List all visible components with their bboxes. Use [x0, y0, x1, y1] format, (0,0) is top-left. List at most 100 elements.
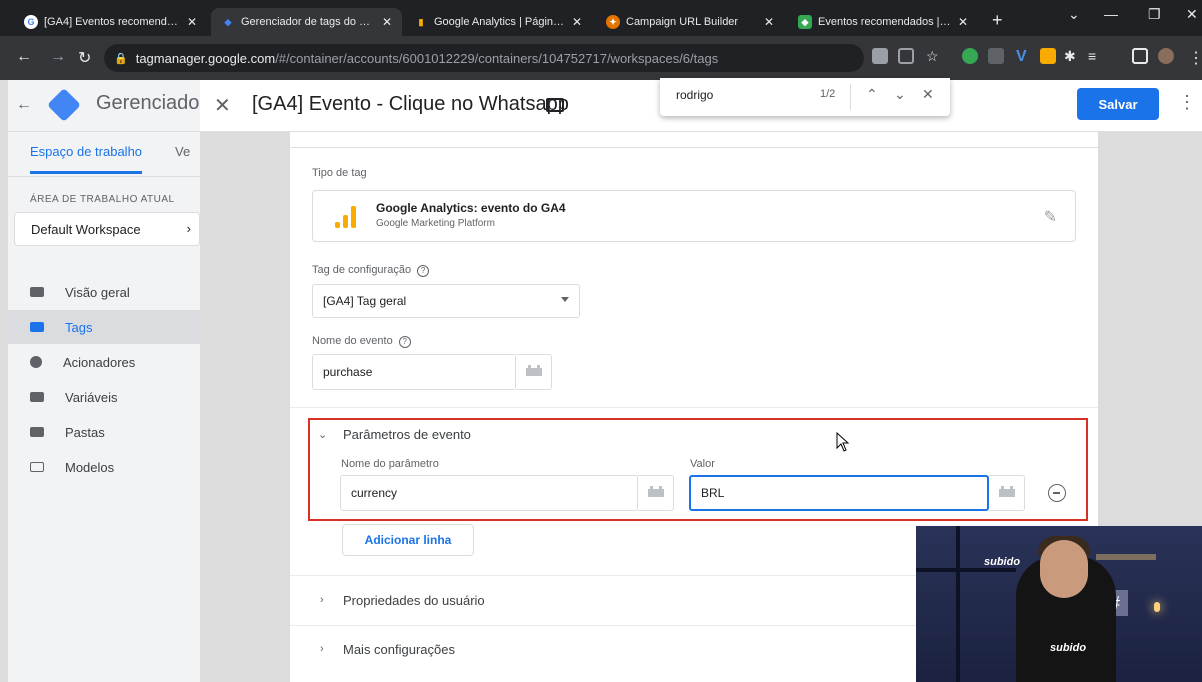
- tab-title: [GA4] Eventos recomendado: [44, 16, 181, 28]
- forward-icon[interactable]: →: [50, 48, 66, 66]
- lock-icon: 🔒: [114, 52, 128, 65]
- extensions-puzzle-icon[interactable]: ✱: [1064, 48, 1076, 65]
- event-params-section-title[interactable]: Parâmetros de evento: [343, 427, 471, 442]
- close-tab-icon[interactable]: ✕: [758, 15, 774, 29]
- extension-check-icon[interactable]: [962, 48, 978, 64]
- close-tab-icon[interactable]: ✕: [376, 15, 392, 29]
- edit-pencil-icon[interactable]: ✎: [1044, 207, 1057, 227]
- sidebar-item-label: Tags: [65, 319, 93, 335]
- workspace-name: Default Workspace: [31, 221, 141, 237]
- shirt-logo-text: subido: [1050, 642, 1087, 654]
- trigger-icon: [30, 356, 42, 368]
- back-icon[interactable]: ←: [16, 48, 32, 66]
- chevron-right-icon[interactable]: ›: [320, 643, 324, 655]
- app-title: Gerenciado: [96, 92, 200, 114]
- tag-type-selector[interactable]: Google Analytics: evento do GA4 Google M…: [312, 190, 1076, 242]
- sidebar-item-tags[interactable]: Tags: [0, 310, 200, 344]
- share-icon[interactable]: [898, 48, 914, 64]
- profile-avatar[interactable]: [1158, 48, 1174, 64]
- sidebar-item-overview[interactable]: Visão geral: [0, 275, 200, 309]
- new-tab-icon[interactable]: +: [992, 10, 1003, 31]
- sidebar-item-label: Modelos: [65, 459, 115, 475]
- campaign-favicon-icon: ✦: [606, 15, 620, 29]
- param-value-label: Valor: [690, 458, 715, 470]
- browser-tab-2[interactable]: ◆ Gerenciador de tags do Goo ✕: [211, 8, 402, 36]
- find-input[interactable]: rodrigo: [676, 88, 713, 102]
- config-tag-select[interactable]: [GA4] Tag geral: [312, 284, 580, 318]
- sidebar-item-templates[interactable]: Modelos: [0, 450, 200, 484]
- extension-icon[interactable]: [988, 48, 1004, 64]
- remove-row-icon[interactable]: [1048, 484, 1066, 502]
- more-settings-section-title[interactable]: Mais configurações: [343, 642, 455, 657]
- template-icon: [30, 462, 44, 472]
- param-value-input[interactable]: BRL: [689, 475, 989, 511]
- restore-icon[interactable]: ❐: [1148, 6, 1161, 23]
- event-name-label: Nome do evento?: [312, 335, 411, 348]
- config-tag-label: Tag de configuração?: [312, 264, 430, 277]
- browser-toolbar: ← → ↻ 🔒 tagmanager.google.com /#/contain…: [0, 36, 1202, 80]
- add-row-button[interactable]: Adicionar linha: [342, 524, 474, 556]
- lens-icon[interactable]: [872, 48, 888, 64]
- browser-tab-3[interactable]: ▮ Google Analytics | Página inic ✕: [404, 8, 592, 36]
- browser-tab-strip: G [GA4] Eventos recomendado ✕ ◆ Gerencia…: [0, 0, 1202, 36]
- find-next-icon[interactable]: ⌄: [894, 86, 906, 103]
- reload-icon[interactable]: ↻: [78, 48, 91, 68]
- tab-workspace[interactable]: Espaço de trabalho: [30, 144, 143, 174]
- webcam-overlay: subido # subido: [916, 526, 1202, 682]
- sidebar-item-label: Pastas: [65, 424, 105, 440]
- tab-search-icon[interactable]: ⌄: [1068, 6, 1080, 23]
- dropdown-caret-icon: [561, 297, 569, 302]
- back-arrow-icon[interactable]: ←: [16, 96, 32, 114]
- help-icon[interactable]: ?: [417, 265, 430, 277]
- tab-title: Google Analytics | Página inic: [434, 16, 566, 28]
- folder-icon[interactable]: [546, 98, 564, 112]
- address-bar[interactable]: 🔒 tagmanager.google.com /#/container/acc…: [104, 44, 864, 72]
- variable-picker-button[interactable]: [638, 475, 674, 511]
- find-close-icon[interactable]: ✕: [922, 86, 934, 103]
- close-tab-icon[interactable]: ✕: [952, 15, 968, 29]
- find-prev-icon[interactable]: ⌃: [866, 86, 878, 103]
- bookmark-star-icon[interactable]: ☆: [926, 48, 939, 65]
- browser-tab-4[interactable]: ✦ Campaign URL Builder ✕: [596, 8, 784, 36]
- gtm-favicon-icon: ◆: [798, 15, 812, 29]
- google-analytics-icon: [335, 204, 357, 228]
- extension-analytics-icon[interactable]: [1040, 48, 1056, 64]
- minimize-icon[interactable]: —: [1104, 6, 1118, 22]
- browser-tab-5[interactable]: ◆ Eventos recomendados | Pr ✕: [788, 8, 978, 36]
- sidebar-item-variables[interactable]: Variáveis: [0, 380, 200, 414]
- workspace-selector[interactable]: Default Workspace ›: [14, 212, 200, 246]
- chrome-menu-icon[interactable]: ⋮: [1188, 48, 1202, 68]
- tab-title: Gerenciador de tags do Goo: [241, 16, 376, 28]
- close-editor-icon[interactable]: ✕: [214, 93, 231, 118]
- variable-brick-icon: [525, 365, 542, 376]
- tag-type-name: Google Analytics: evento do GA4: [376, 201, 566, 215]
- close-tab-icon[interactable]: ✕: [181, 15, 197, 29]
- more-options-icon[interactable]: ⋮: [1178, 92, 1196, 113]
- user-properties-section-title[interactable]: Propriedades do usuário: [343, 593, 485, 608]
- sidebar-item-folders[interactable]: Pastas: [0, 415, 200, 449]
- event-name-input[interactable]: purchase: [312, 354, 516, 390]
- save-button[interactable]: Salvar: [1077, 88, 1159, 120]
- param-name-input[interactable]: currency: [340, 475, 638, 511]
- chevron-down-icon[interactable]: ⌄: [318, 428, 327, 441]
- close-window-icon[interactable]: ✕: [1186, 6, 1198, 23]
- variable-picker-button[interactable]: [989, 475, 1025, 511]
- tab-versions[interactable]: Ve: [175, 144, 190, 159]
- tab-title: Campaign URL Builder: [626, 16, 739, 28]
- vimeo-extension-icon[interactable]: V: [1016, 48, 1027, 66]
- analytics-favicon-icon: ▮: [418, 16, 424, 27]
- shelf-post: [956, 526, 960, 682]
- reading-list-icon[interactable]: ≡: [1088, 48, 1096, 64]
- close-tab-icon[interactable]: ✕: [566, 15, 582, 29]
- gtm-app-header: ← Gerenciado: [0, 80, 200, 132]
- sidebar-item-label: Variáveis: [65, 389, 118, 405]
- sidebar-item-label: Visão geral: [65, 284, 130, 300]
- tag-name-title[interactable]: [GA4] Evento - Clique no Whatsapp: [252, 93, 569, 116]
- side-panel-icon[interactable]: [1132, 48, 1148, 64]
- variable-picker-button[interactable]: [516, 354, 552, 390]
- help-icon[interactable]: ?: [398, 336, 411, 348]
- browser-tab-1[interactable]: G [GA4] Eventos recomendado ✕: [14, 8, 207, 36]
- chevron-right-icon[interactable]: ›: [320, 594, 324, 606]
- sidebar-item-triggers[interactable]: Acionadores: [0, 345, 200, 379]
- tag-icon: [30, 322, 44, 332]
